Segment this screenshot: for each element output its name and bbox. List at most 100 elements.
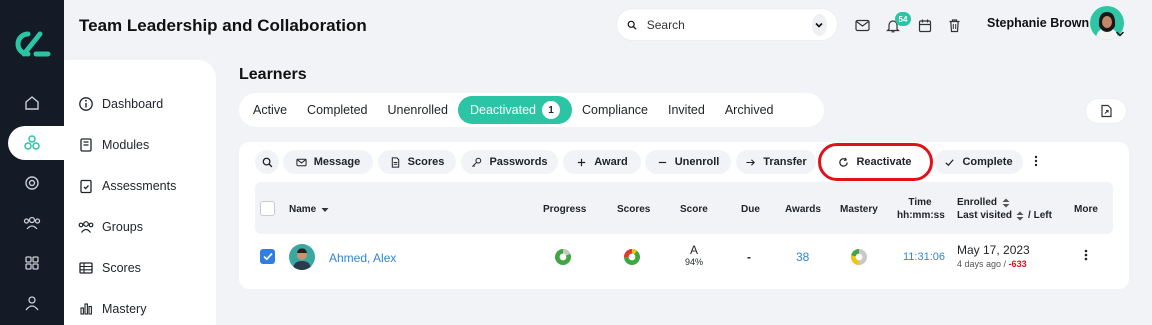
sidebar-item-label: Mastery: [102, 302, 147, 316]
chevron-down-icon: [815, 22, 823, 28]
score-cell: A 94%: [684, 243, 704, 267]
button-label: Unenroll: [674, 156, 720, 168]
search-icon: [627, 20, 637, 29]
checkmark-icon: [945, 158, 955, 166]
minus-icon: [658, 161, 666, 163]
column-header-scores[interactable]: Scores: [617, 203, 650, 216]
column-header-more: More: [1074, 204, 1098, 215]
column-label: Last visited: [957, 210, 1013, 221]
passwords-button[interactable]: Passwords: [461, 150, 558, 174]
button-label: Transfer: [763, 156, 807, 168]
sidebar-item-label: Assessments: [102, 179, 177, 193]
user-name[interactable]: Stephanie Brown: [987, 16, 1089, 30]
tab-active[interactable]: Active: [243, 96, 297, 124]
account-chevron-icon[interactable]: [1115, 30, 1125, 38]
select-all-checkbox[interactable]: [260, 201, 275, 216]
mastery-donut[interactable]: [850, 248, 868, 266]
enrolled-date: May 17, 2023: [957, 243, 1030, 257]
target-icon[interactable]: [0, 166, 64, 200]
days-left: -633: [1008, 259, 1027, 269]
sidebar-item-assessments[interactable]: Assessments: [78, 175, 176, 197]
button-label: Passwords: [489, 156, 548, 168]
sort-icon: [1016, 211, 1024, 220]
button-label: Award: [594, 156, 628, 168]
row-checkbox[interactable]: [260, 249, 275, 264]
tab-label: Archived: [724, 103, 774, 117]
learner-name-link[interactable]: Ahmed, Alex: [329, 251, 396, 265]
book-icon: [80, 138, 92, 152]
scores-donut[interactable]: [623, 248, 641, 266]
tab-unenrolled[interactable]: Unenrolled: [378, 96, 458, 124]
tab-invited[interactable]: Invited: [658, 96, 715, 124]
tab-label: Compliance: [581, 103, 648, 117]
column-header-mastery[interactable]: Mastery: [840, 203, 878, 216]
sort-icon: [1002, 198, 1010, 207]
export-file-icon: [1100, 104, 1112, 118]
grid-icon[interactable]: [0, 246, 64, 280]
sidebar-item-mastery[interactable]: Mastery: [78, 298, 146, 320]
enrolled-cell: May 17, 2023 4 days ago / -633: [957, 243, 1030, 269]
awards-link[interactable]: 38: [796, 250, 809, 264]
tab-label: Completed: [307, 103, 368, 117]
sidebar-item-modules[interactable]: Modules: [78, 134, 149, 156]
tab-label: Active: [253, 103, 288, 117]
column-header-awards[interactable]: Awards: [785, 203, 821, 216]
tab-deactivated[interactable]: Deactivated 1: [457, 96, 572, 124]
document-icon: [391, 156, 399, 168]
export-button[interactable]: [1086, 99, 1126, 123]
search-icon: [262, 157, 272, 167]
notification-count-badge: 54: [895, 12, 911, 26]
column-header-name[interactable]: Name: [289, 203, 329, 216]
search-input[interactable]: [646, 17, 802, 32]
app-rail: [0, 0, 64, 325]
sidebar-item-dashboard[interactable]: Dashboard: [78, 93, 163, 115]
column-label: Enrolled: [957, 197, 998, 208]
button-label: Message: [313, 156, 361, 168]
column-label: Name: [289, 204, 317, 215]
home-icon[interactable]: [0, 86, 64, 120]
brand-logo[interactable]: [10, 28, 54, 60]
trash-icon[interactable]: [945, 16, 963, 34]
column-label: / Left: [1028, 210, 1052, 221]
progress-donut[interactable]: [554, 248, 572, 266]
tab-label: Unenrolled: [387, 103, 448, 117]
message-button[interactable]: Message: [283, 150, 373, 174]
column-header-enrolled[interactable]: Enrolled Last visited / Left: [957, 196, 1052, 222]
sidebar-item-scores[interactable]: Scores: [78, 257, 141, 279]
time-link[interactable]: 11:31:06: [903, 251, 945, 263]
plus-icon: [578, 158, 586, 166]
scores-button[interactable]: Scores: [378, 150, 456, 174]
column-header-time[interactable]: Time hh:mm:ss: [897, 196, 945, 222]
column-sublabel: hh:mm:ss: [897, 210, 945, 221]
unenroll-button[interactable]: Unenroll: [645, 150, 731, 174]
section-heading: Learners: [239, 66, 307, 83]
sidebar-item-label: Groups: [102, 220, 143, 234]
tab-compliance[interactable]: Compliance: [572, 96, 658, 124]
user-icon[interactable]: [0, 286, 64, 320]
transfer-button[interactable]: Transfer: [736, 150, 816, 174]
people-icon[interactable]: [0, 206, 64, 240]
column-header-progress[interactable]: Progress: [543, 203, 586, 216]
sidebar-item-label: Scores: [102, 261, 141, 275]
bar-chart-icon: [80, 303, 92, 315]
tab-archived[interactable]: Archived: [715, 96, 784, 124]
row-more-icon[interactable]: [1084, 249, 1088, 261]
calendar-icon[interactable]: [916, 16, 934, 34]
score-percent: 94%: [684, 257, 703, 267]
filter-search-button[interactable]: [255, 150, 279, 174]
column-header-score[interactable]: Score: [680, 203, 708, 216]
more-actions-icon[interactable]: [1034, 155, 1038, 167]
modules-cluster-icon[interactable]: [0, 126, 64, 160]
tab-completed[interactable]: Completed: [297, 96, 377, 124]
column-label: Time: [908, 197, 932, 208]
course-title: Team Leadership and Collaboration: [79, 16, 367, 35]
score-grade: A: [689, 243, 698, 257]
complete-button[interactable]: Complete: [934, 150, 1023, 174]
mail-icon[interactable]: [853, 16, 871, 34]
tab-count-badge: 1: [541, 101, 560, 119]
award-button[interactable]: Award: [563, 150, 641, 174]
column-header-due[interactable]: Due: [741, 203, 760, 216]
sidebar-item-groups[interactable]: Groups: [78, 216, 143, 238]
search-box[interactable]: [617, 9, 837, 40]
search-scope-dropdown[interactable]: [811, 13, 827, 36]
